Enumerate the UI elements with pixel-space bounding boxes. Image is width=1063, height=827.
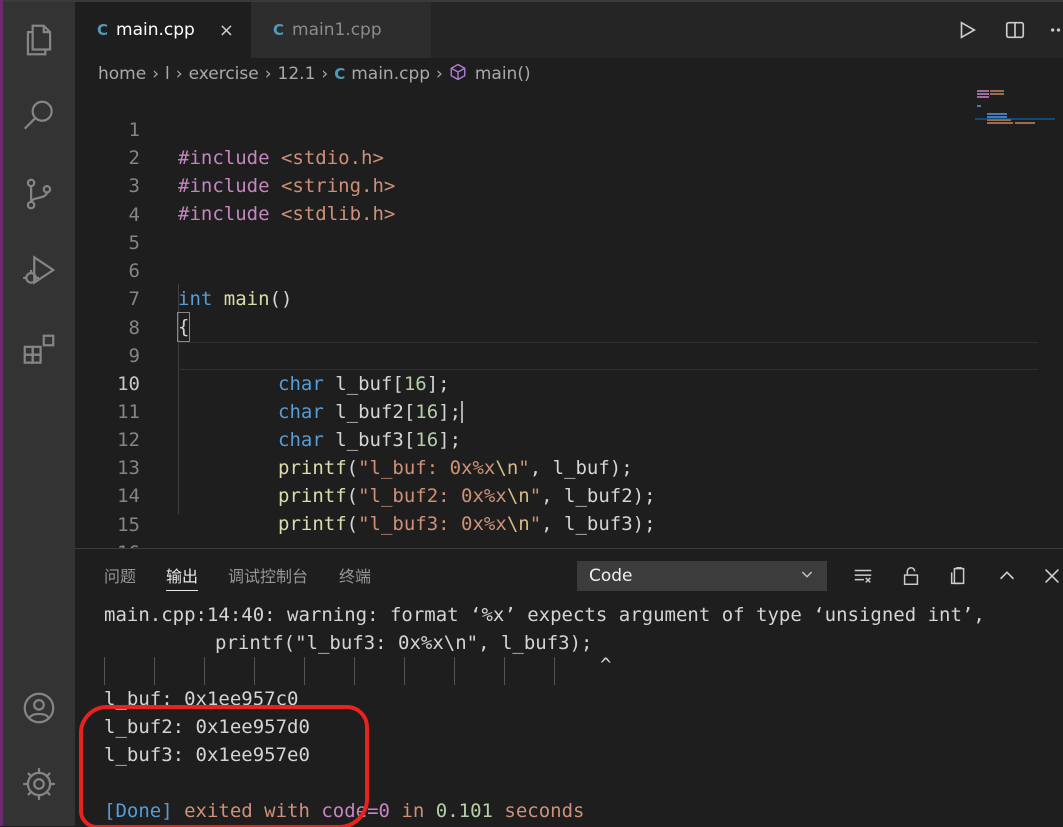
code-line: 7 { [75, 257, 1063, 342]
output-token: in [390, 800, 436, 822]
output-view[interactable]: main.cpp:14:40: warning: format ‘%x’ exp… [75, 601, 1063, 827]
run-debug-icon[interactable] [3, 244, 75, 296]
run-code-icon[interactable] [943, 2, 991, 58]
code-line: 9 char l_buf[16]; [75, 314, 1063, 395]
indent-guide [154, 657, 155, 685]
code-line: 15 [75, 483, 1063, 536]
code-line: 14 printf("l_buf3: 0x%x\n", l_buf3); [75, 454, 1063, 535]
settings-gear-icon[interactable] [3, 758, 75, 810]
indent-guide [204, 657, 205, 685]
panel-tabs: 问题 输出 调试控制台 终端 Code [75, 549, 1063, 601]
source-control-icon[interactable] [3, 168, 75, 220]
output-line: main.cpp:14:40: warning: format ‘%x’ exp… [104, 604, 985, 626]
chevron-right-icon: › [436, 64, 443, 84]
account-icon[interactable] [3, 682, 75, 734]
cpp-file-icon: C [334, 65, 346, 83]
indent-guide [554, 657, 555, 685]
open-log-icon[interactable] [944, 561, 974, 591]
output-channel-value: Code [589, 566, 633, 586]
search-icon[interactable] [3, 90, 75, 142]
code-line: 17 [75, 539, 1063, 548]
tab-main-cpp[interactable]: C main.cpp × [75, 2, 251, 58]
bottom-panel: 问题 输出 调试控制台 终端 Code main.cpp:14:40: warn… [75, 548, 1063, 827]
indent-guide [254, 657, 255, 685]
breadcrumb-l[interactable]: l [165, 64, 170, 84]
code-line: 1 #include <stdio.h> [75, 88, 1063, 169]
editor-tab-bar: C main.cpp × C main1.cpp [75, 2, 1063, 58]
breadcrumb: home › l › exercise › 12.1 › C main.cpp … [98, 60, 531, 88]
code-line: 4 [75, 173, 1063, 226]
output-token: seconds [492, 800, 585, 822]
chevron-right-icon: › [175, 64, 183, 84]
breadcrumb-exercise[interactable]: exercise [189, 64, 259, 84]
split-editor-icon[interactable] [991, 2, 1039, 58]
indent-guide [454, 657, 455, 685]
chevron-right-icon: › [152, 64, 160, 84]
maximize-panel-icon[interactable] [992, 561, 1022, 591]
explorer-icon[interactable] [3, 14, 75, 66]
breadcrumb-home[interactable]: home [98, 64, 146, 84]
lock-scroll-icon[interactable] [896, 561, 926, 591]
editor-actions [943, 2, 1063, 58]
chevron-right-icon: › [264, 64, 272, 84]
code-line: 3 #include <stdlib.h> [75, 144, 1063, 225]
close-panel-icon[interactable] [1037, 561, 1063, 591]
output-token: 0.101 [435, 800, 493, 822]
activity-bar [3, 2, 75, 826]
minimap[interactable] [975, 88, 1055, 148]
tab-label: main.cpp [116, 20, 195, 40]
code-editor[interactable]: 1 #include <stdio.h> 2 #include <string.… [75, 88, 1063, 548]
tab-main1-cpp[interactable]: C main1.cpp [251, 2, 431, 58]
tab-debug-console[interactable]: 调试控制台 [228, 549, 308, 601]
code-line: 6 int main() [75, 229, 1063, 310]
cpp-file-icon: C [273, 21, 285, 39]
output-caret: ^ [600, 654, 612, 676]
extensions-icon[interactable] [3, 324, 75, 376]
code-line: 11 char l_buf3[16]; [75, 370, 1063, 451]
tab-output[interactable]: 输出 [166, 549, 199, 601]
breadcrumb-12-1[interactable]: 12.1 [278, 64, 316, 84]
code-line: 13 printf("l_buf2: 0x%x\n", l_buf2); [75, 426, 1063, 507]
close-icon[interactable]: × [219, 20, 234, 41]
code-line: 16 } [75, 511, 1063, 548]
tab-problems[interactable]: 问题 [104, 549, 136, 601]
clear-output-icon[interactable] [848, 561, 878, 591]
indent-guide [354, 657, 355, 685]
breadcrumb-symbol[interactable]: main() [475, 64, 531, 84]
indent-guide [104, 657, 105, 685]
chevron-right-icon: › [321, 64, 329, 84]
tab-label: main1.cpp [292, 20, 382, 40]
code-line: 2 #include <string.h> [75, 116, 1063, 197]
output-channel-select[interactable]: Code [577, 561, 827, 591]
chevron-down-icon [799, 566, 815, 586]
cpp-file-icon: C [97, 21, 109, 39]
breadcrumb-file[interactable]: main.cpp [351, 64, 430, 84]
code-line: 8 [75, 286, 1063, 339]
output-line: printf("l_buf3: 0x%x\n", l_buf3); [215, 632, 593, 654]
symbol-method-icon [449, 63, 467, 86]
code-line: 5 [75, 201, 1063, 254]
code-line: 10 char l_buf2[16]; [75, 342, 1063, 423]
indent-guide [404, 657, 405, 685]
indent-guide [504, 657, 505, 685]
tab-terminal[interactable]: 终端 [339, 549, 371, 601]
red-annotation-circle [79, 705, 369, 827]
more-actions-icon[interactable] [1039, 2, 1063, 58]
code-line: 12 printf("l_buf: 0x%x\n", l_buf); [75, 398, 1063, 479]
indent-guide [304, 657, 305, 685]
